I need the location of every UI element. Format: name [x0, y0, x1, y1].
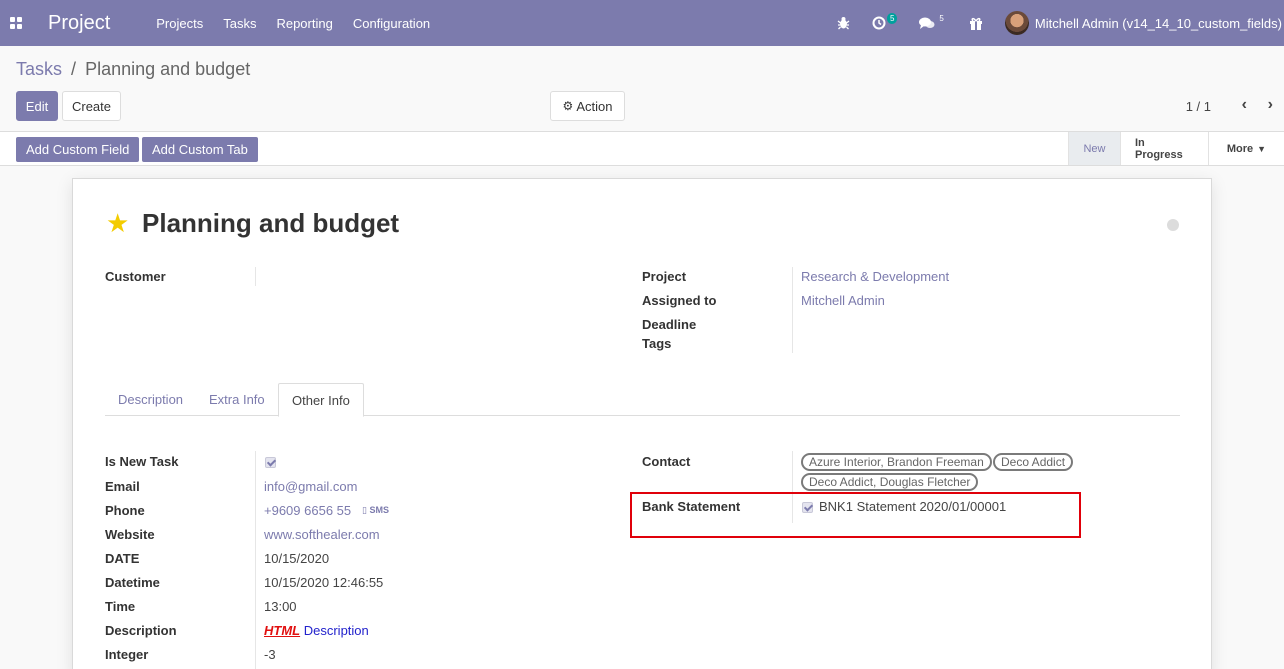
activity-clock-icon[interactable]: 5	[872, 12, 898, 30]
task-title[interactable]: Planning and budget	[142, 208, 399, 239]
project-label: Project	[642, 269, 687, 284]
datetime-value: 10/15/2020 12:46:55	[264, 575, 384, 590]
apps-menu-icon[interactable]	[10, 17, 22, 29]
stage-selector: New In Progress More ▼	[1068, 132, 1284, 165]
date-value: 10/15/2020	[264, 551, 330, 566]
contact-tag[interactable]: Azure Interior, Brandon Freeman	[801, 453, 992, 471]
phone-label: Phone	[105, 503, 145, 518]
pager-previous-icon[interactable]: ‹	[1242, 96, 1247, 114]
priority-star-icon[interactable]: ★	[106, 210, 129, 236]
bank-statement-checkbox[interactable]	[802, 502, 813, 513]
breadcrumb: Tasks / Planning and budget	[16, 59, 250, 80]
contact-tag[interactable]: Deco Addict, Douglas Fletcher	[801, 473, 979, 491]
top-navbar: Project Projects Tasks Reporting Configu…	[0, 0, 1284, 46]
user-avatar[interactable]	[1004, 11, 1029, 35]
pager-next-icon[interactable]: ›	[1268, 96, 1273, 114]
action-button[interactable]: ⚙ Action	[550, 91, 625, 121]
caret-down-icon: ▼	[1257, 143, 1267, 154]
time-value: 13:00	[264, 599, 297, 614]
date-label: DATE	[105, 551, 140, 566]
tab-description[interactable]: Description	[105, 383, 196, 416]
add-custom-field-button[interactable]: Add Custom Field	[16, 137, 140, 162]
email-label: Email	[105, 479, 140, 494]
add-custom-tab-button[interactable]: Add Custom Tab	[142, 137, 258, 162]
description-plain-text: Description	[303, 623, 369, 638]
menu-tasks[interactable]: Tasks	[223, 16, 256, 31]
notebook-tabs: Description Extra Info Other Info	[105, 383, 1180, 417]
menu-configuration[interactable]: Configuration	[353, 16, 430, 31]
description-value: HTML Description	[264, 623, 369, 638]
assigned-to-value[interactable]: Mitchell Admin	[801, 293, 885, 308]
bank-statement-value: BNK1 Statement 2020/01/00001	[819, 499, 1007, 514]
stage-in-progress[interactable]: In Progress	[1120, 132, 1208, 165]
right-column-divider	[792, 451, 793, 523]
create-button[interactable]: Create	[62, 91, 121, 121]
app-title[interactable]: Project	[48, 12, 110, 35]
customer-field-divider	[255, 267, 256, 286]
action-button-label: Action	[576, 98, 613, 114]
bank-statement-label: Bank Statement	[642, 499, 741, 514]
tags-label: Tags	[642, 336, 672, 351]
customer-label: Customer	[105, 269, 166, 284]
form-sheet: ★ Planning and budget Customer Project A…	[72, 178, 1212, 669]
contact-label: Contact	[642, 454, 691, 469]
contact-tag[interactable]: Deco Addict	[993, 453, 1074, 471]
description-html-text: HTML	[264, 623, 301, 638]
messages-count-badge: 5	[939, 13, 944, 23]
phone-value[interactable]: +9609 6656 55	[264, 503, 351, 518]
website-label: Website	[105, 527, 155, 542]
assigned-to-label: Assigned to	[642, 293, 717, 308]
bug-icon[interactable]	[837, 16, 850, 30]
stage-new[interactable]: New	[1068, 132, 1120, 165]
stage-more-label: More	[1226, 142, 1254, 155]
mobile-icon: ▯	[362, 505, 367, 515]
project-value[interactable]: Research & Development	[801, 269, 949, 284]
user-menu[interactable]: Mitchell Admin (v14_14_10_custom_fields)	[1035, 16, 1282, 31]
datetime-label: Datetime	[105, 575, 160, 590]
tab-other-info[interactable]: Other Info	[278, 383, 364, 417]
statusbar: Add Custom Field Add Custom Tab New In P…	[0, 131, 1284, 166]
tab-extra-info[interactable]: Extra Info	[196, 383, 278, 416]
pager-value[interactable]: 1 / 1	[1186, 99, 1211, 114]
email-value[interactable]: info@gmail.com	[264, 479, 357, 494]
deadline-label: Deadline	[642, 317, 697, 332]
breadcrumb-tasks[interactable]: Tasks	[16, 59, 62, 79]
right-fields-divider	[792, 267, 793, 353]
left-column-divider	[255, 451, 256, 669]
website-value[interactable]: www.softhealer.com	[264, 527, 380, 542]
stage-more-dropdown[interactable]: More ▼	[1208, 132, 1284, 165]
description-label: Description	[105, 623, 177, 638]
breadcrumb-current: Planning and budget	[85, 59, 251, 79]
is-new-task-checkbox[interactable]	[265, 457, 276, 468]
sms-label: SMS	[369, 505, 389, 515]
integer-value: -3	[264, 647, 276, 662]
systray: 5 5 Mitchell Admin (v14_14_10_custom_fie…	[837, 0, 1284, 46]
time-label: Time	[105, 599, 136, 614]
menu-reporting[interactable]: Reporting	[276, 16, 332, 31]
kanban-state-indicator[interactable]	[1167, 219, 1179, 231]
integer-label: Integer	[105, 647, 149, 662]
messages-icon[interactable]: 5	[919, 14, 946, 30]
sms-button[interactable]: ▯ SMS	[362, 505, 389, 516]
activity-count-badge: 5	[886, 12, 898, 24]
main-menu: Projects Tasks Reporting Configuration	[156, 16, 450, 31]
gear-icon: ⚙	[562, 99, 574, 113]
gift-icon[interactable]	[969, 16, 983, 30]
breadcrumb-separator: /	[71, 59, 77, 79]
edit-button[interactable]: Edit	[16, 91, 58, 121]
menu-projects[interactable]: Projects	[156, 16, 203, 31]
is-new-task-label: Is New Task	[105, 454, 179, 469]
